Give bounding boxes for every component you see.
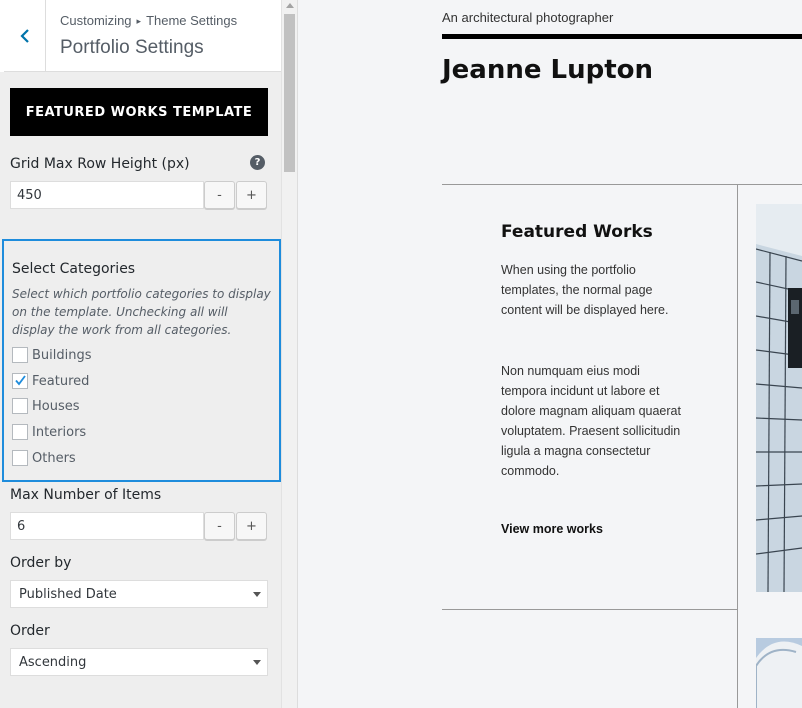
panel-header: Customizing ▸ Theme Settings Portfolio Set… <box>0 0 281 72</box>
order-value: Ascending <box>19 654 87 670</box>
order-select[interactable]: Ascending <box>10 648 268 676</box>
divider <box>442 184 802 185</box>
site-title[interactable]: Jeanne Lupton <box>442 55 653 85</box>
max-items-increment-button[interactable]: + <box>236 512 267 540</box>
max-items-decrement-button[interactable]: - <box>204 512 235 540</box>
dropdown-caret-icon <box>253 592 261 597</box>
help-icon[interactable]: ? <box>250 155 265 170</box>
category-label: Buildings <box>32 347 92 363</box>
grid-row-height-increment-button[interactable]: + <box>236 181 267 209</box>
category-others[interactable]: Others <box>12 449 76 467</box>
header-rule <box>442 34 802 39</box>
customizer-sidebar: Customizing ▸ Theme Settings Portfolio Set… <box>0 0 298 708</box>
max-items-input[interactable]: 6 <box>10 512 204 540</box>
category-label: Featured <box>32 373 90 389</box>
divider <box>737 184 738 708</box>
grid-row-height-label: Grid Max Row Height (px) <box>10 156 190 172</box>
breadcrumb: Customizing ▸ Theme Settings <box>60 13 237 28</box>
order-label: Order <box>10 623 50 639</box>
featured-works-template-button[interactable]: FEATURED WORKS TEMPLATE <box>10 88 268 136</box>
categories-description: Select which portfolio categories to dis… <box>12 287 271 337</box>
order-by-label: Order by <box>10 555 72 571</box>
category-featured[interactable]: Featured <box>12 372 89 390</box>
divider <box>442 609 738 610</box>
scroll-up-arrow-icon[interactable] <box>286 3 294 8</box>
category-label: Others <box>32 450 76 466</box>
portfolio-image-building[interactable] <box>756 204 802 592</box>
arch-image <box>756 638 802 708</box>
chevron-left-icon <box>19 29 29 43</box>
categories-title: Select Categories <box>12 261 136 277</box>
back-button[interactable] <box>0 0 46 72</box>
breadcrumb-root: Customizing <box>60 13 132 28</box>
max-items-label: Max Number of Items <box>10 487 162 503</box>
checkbox[interactable] <box>12 398 28 414</box>
featured-paragraph-1: When using the portfolio templates, the … <box>501 263 669 317</box>
order-by-select[interactable]: Published Date <box>10 580 268 608</box>
view-more-works-link[interactable]: View more works <box>501 522 603 536</box>
checkbox[interactable] <box>12 424 28 440</box>
grid-row-height-input[interactable]: 450 <box>10 181 204 209</box>
site-tagline: An architectural photographer <box>442 10 614 25</box>
site-preview: An architectural photographer Jeanne Lup… <box>298 0 802 708</box>
category-label: Houses <box>32 398 80 414</box>
category-label: Interiors <box>32 424 87 440</box>
checkbox[interactable] <box>12 347 28 363</box>
panel-title: Portfolio Settings <box>60 37 204 58</box>
scrollbar-thumb[interactable] <box>284 14 295 172</box>
select-categories-control: Select Categories Select which portfolio… <box>2 239 281 482</box>
checkmark-icon <box>15 375 26 386</box>
category-interiors[interactable]: Interiors <box>12 423 86 441</box>
checkbox-checked[interactable] <box>12 373 28 389</box>
breadcrumb-separator: ▸ <box>136 16 142 26</box>
breadcrumb-parent: Theme Settings <box>146 13 238 28</box>
checkbox[interactable] <box>12 450 28 466</box>
category-houses[interactable]: Houses <box>12 397 80 415</box>
portfolio-image-arch[interactable] <box>756 638 802 708</box>
featured-paragraph-2: Non numquam eius modi tempora incidunt u… <box>501 364 681 478</box>
grid-row-height-decrement-button[interactable]: - <box>204 181 235 209</box>
category-buildings[interactable]: Buildings <box>12 346 92 364</box>
building-facade-image <box>756 204 802 592</box>
featured-works-title: Featured Works <box>501 222 653 242</box>
dropdown-caret-icon <box>253 660 261 665</box>
order-by-value: Published Date <box>19 586 117 602</box>
sidebar-scrollbar[interactable] <box>281 0 297 708</box>
